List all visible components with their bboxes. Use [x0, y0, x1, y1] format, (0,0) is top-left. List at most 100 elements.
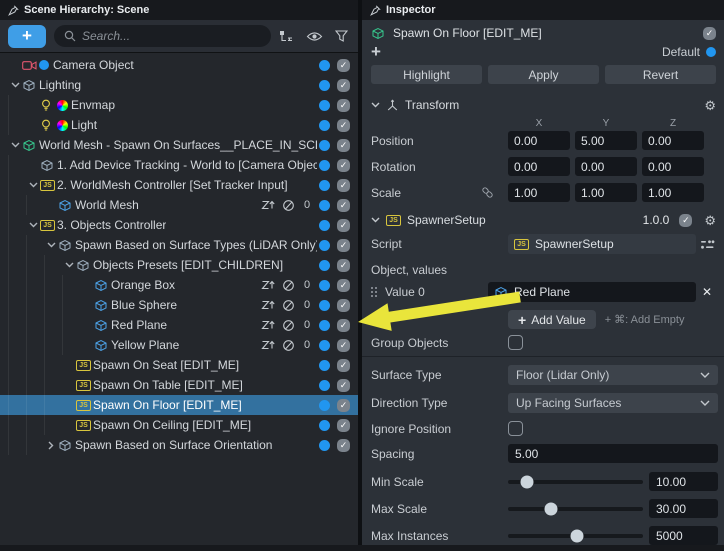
transform-section-header[interactable]: Transform ⚙ [362, 92, 724, 117]
tree-row-spawn-on-floor-edit-me[interactable]: JSSpawn On Floor [EDIT_ME]✓ [0, 395, 358, 415]
visibility-dot-toggle[interactable] [319, 440, 330, 451]
max-instances-slider[interactable] [508, 534, 643, 538]
visibility-dot-toggle[interactable] [319, 200, 330, 211]
enabled-checkbox[interactable]: ✓ [337, 279, 350, 292]
enabled-checkbox[interactable]: ✓ [337, 99, 350, 112]
enabled-checkbox[interactable]: ✓ [337, 439, 350, 452]
expander-closed-icon[interactable] [44, 441, 58, 450]
tree-row-spawn-based-on-surface-orientation[interactable]: Spawn Based on Surface Orientation✓ [0, 435, 358, 455]
visibility-dot-toggle[interactable] [319, 120, 330, 131]
visibility-dot-toggle[interactable] [319, 100, 330, 111]
tree-row-lighting[interactable]: Lighting✓ [0, 75, 358, 95]
tree-row-1-add-device-tracking-world-to-camera-objec[interactable]: 1. Add Device Tracking - World to [Camer… [0, 155, 358, 175]
highlight-button[interactable]: Highlight [371, 65, 482, 84]
tree-row-spawn-on-seat-edit-me[interactable]: JSSpawn On Seat [EDIT_ME]✓ [0, 355, 358, 375]
enabled-checkbox[interactable]: ✓ [337, 319, 350, 332]
search-input[interactable]: Search... [54, 25, 271, 47]
tree-row-3-objects-controller[interactable]: JS3. Objects Controller✓ [0, 215, 358, 235]
enabled-checkbox[interactable]: ✓ [337, 359, 350, 372]
tree-row-spawn-based-on-surface-types-lidar-only[interactable]: Spawn Based on Surface Types (LiDAR Only… [0, 235, 358, 255]
tree-row-envmap[interactable]: Envmap✓ [0, 95, 358, 115]
tree-row-world-mesh[interactable]: World Mesh0✓ [0, 195, 358, 215]
enabled-checkbox[interactable]: ✓ [337, 379, 350, 392]
spawnersetup-section-header[interactable]: JS SpawnerSetup 1.0.0 ✓ ⚙ [362, 207, 724, 232]
group-objects-checkbox[interactable] [508, 335, 523, 350]
tree-row-light[interactable]: Light✓ [0, 115, 358, 135]
render-disabled-icon[interactable] [282, 299, 295, 312]
chevron-down-icon[interactable] [371, 102, 380, 108]
scale-x-field[interactable] [508, 183, 570, 202]
visibility-dot-toggle[interactable] [319, 340, 330, 351]
render-layer-icon[interactable] [261, 339, 275, 351]
tree-row-spawn-on-ceiling-edit-me[interactable]: JSSpawn On Ceiling [EDIT_ME]✓ [0, 415, 358, 435]
enabled-checkbox[interactable]: ✓ [337, 259, 350, 272]
max-instances-value[interactable] [649, 526, 718, 545]
visibility-dot-toggle[interactable] [319, 220, 330, 231]
render-layer-icon[interactable] [261, 279, 275, 291]
script-options-icon[interactable] [696, 239, 718, 250]
gear-icon[interactable]: ⚙ [704, 99, 716, 112]
slider-thumb[interactable] [545, 502, 558, 515]
tree-row-objects-presets-edit-children[interactable]: Objects Presets [EDIT_CHILDREN]✓ [0, 255, 358, 275]
script-enabled-toggle[interactable]: ✓ [679, 214, 692, 227]
max-scale-value[interactable] [649, 499, 718, 518]
add-value-button[interactable]: + Add Value [508, 310, 596, 329]
surface-type-dropdown[interactable]: Floor (Lidar Only) [508, 365, 718, 385]
script-asset-field[interactable]: JS SpawnerSetup [508, 234, 696, 254]
enabled-checkbox[interactable]: ✓ [337, 59, 350, 72]
visibility-dot-toggle[interactable] [319, 240, 330, 251]
visibility-dot-toggle[interactable] [319, 80, 330, 91]
pin-icon[interactable] [8, 5, 19, 16]
spacing-input[interactable] [508, 444, 718, 463]
visibility-dot-toggle[interactable] [319, 360, 330, 371]
object-enabled-toggle[interactable]: ✓ [703, 27, 716, 40]
render-disabled-icon[interactable] [282, 339, 295, 352]
ignore-position-checkbox[interactable] [508, 421, 523, 436]
render-layer-icon[interactable] [261, 319, 275, 331]
tree-row-camera-object[interactable]: Camera Object✓ [0, 55, 358, 75]
tree-row-spawn-on-table-edit-me[interactable]: JSSpawn On Table [EDIT_ME]✓ [0, 375, 358, 395]
collapse-tree-icon[interactable] [279, 30, 294, 43]
visibility-dot-toggle[interactable] [319, 180, 330, 191]
min-scale-value[interactable] [649, 472, 718, 491]
tree-row-orange-box[interactable]: Orange Box0✓ [0, 275, 358, 295]
visibility-dot-toggle[interactable] [319, 380, 330, 391]
position-z-field[interactable] [642, 131, 704, 150]
enabled-checkbox[interactable]: ✓ [337, 139, 350, 152]
revert-button[interactable]: Revert [605, 65, 716, 84]
enabled-checkbox[interactable]: ✓ [337, 399, 350, 412]
enabled-checkbox[interactable]: ✓ [337, 299, 350, 312]
pin-icon[interactable] [370, 5, 381, 16]
remove-value-button[interactable]: ✕ [696, 285, 718, 299]
rotation-z-field[interactable] [642, 157, 704, 176]
min-scale-slider[interactable] [508, 480, 643, 484]
render-layer-icon[interactable] [261, 199, 275, 211]
apply-button[interactable]: Apply [488, 65, 599, 84]
render-layer-icon[interactable] [261, 299, 275, 311]
gear-icon[interactable]: ⚙ [704, 214, 716, 227]
add-component-button[interactable]: + [371, 45, 381, 59]
drag-handle[interactable] [371, 287, 377, 297]
visibility-dot-toggle[interactable] [319, 140, 330, 151]
visibility-eye-icon[interactable] [306, 31, 323, 42]
visibility-dot-toggle[interactable] [319, 160, 330, 171]
enabled-checkbox[interactable]: ✓ [337, 119, 350, 132]
enabled-checkbox[interactable]: ✓ [337, 159, 350, 172]
expander-open-icon[interactable] [8, 142, 22, 148]
enabled-checkbox[interactable]: ✓ [337, 179, 350, 192]
visibility-dot-toggle[interactable] [319, 400, 330, 411]
position-y-field[interactable] [575, 131, 637, 150]
link-scale-icon[interactable] [481, 186, 508, 199]
chevron-down-icon[interactable] [371, 217, 380, 223]
expander-open-icon[interactable] [62, 262, 76, 268]
rotation-x-field[interactable] [508, 157, 570, 176]
max-scale-slider[interactable] [508, 507, 643, 511]
visibility-dot-toggle[interactable] [319, 420, 330, 431]
scale-y-field[interactable] [575, 183, 637, 202]
expander-open-icon[interactable] [8, 82, 22, 88]
enabled-checkbox[interactable]: ✓ [337, 219, 350, 232]
slider-thumb[interactable] [570, 529, 583, 542]
add-object-button[interactable]: + [8, 25, 46, 48]
enabled-checkbox[interactable]: ✓ [337, 79, 350, 92]
visibility-dot-toggle[interactable] [319, 280, 330, 291]
